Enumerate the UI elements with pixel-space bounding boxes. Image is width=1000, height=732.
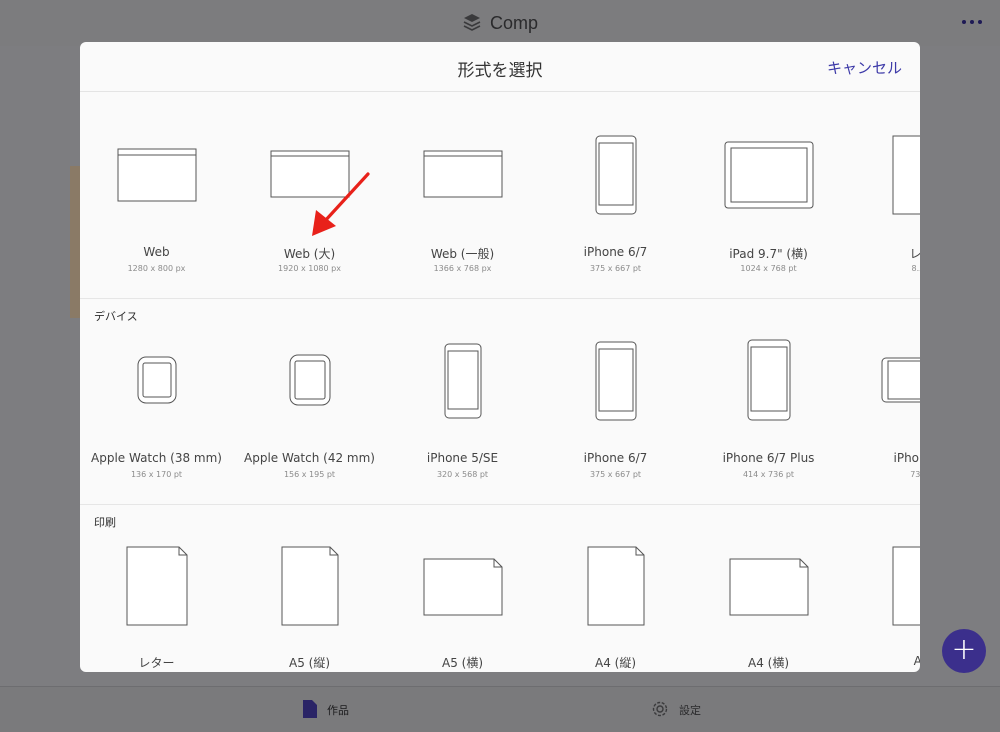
format-dims: 136 x 170 pt — [130, 470, 183, 479]
format-name: レター — [138, 656, 175, 670]
paper-landscape-icon — [386, 558, 539, 616]
watch-icon — [233, 354, 386, 406]
format-dims: 414 x 736 pt — [742, 470, 795, 479]
modal-header: 形式を選択 キャンセル — [80, 42, 920, 92]
section-devices: デバイス Apple Watch (38 mm) 136 x 170 pt Ap… — [80, 299, 920, 505]
app-title-text: Comp — [489, 12, 538, 33]
format-name: A5 (横) — [441, 656, 484, 670]
paper-portrait-icon — [845, 546, 920, 626]
format-tile-iphone-6-7-device[interactable]: iPhone 6/7 375 x 667 pt — [539, 299, 692, 505]
phone-icon — [386, 343, 539, 419]
format-name: iPhone 6/7 — [583, 451, 648, 465]
format-name: iPhone 6/7 Plus — [722, 451, 815, 465]
format-tile-apple-watch-38[interactable]: Apple Watch (38 mm) 136 x 170 pt — [80, 299, 233, 505]
format-name: レタ — [909, 247, 920, 261]
app-title: Comp — [0, 0, 1000, 46]
tab-settings[interactable]: 設定 — [650, 687, 701, 732]
section-web: Web 1280 x 800 px Web (大) 1920 x 1080 px… — [80, 93, 920, 299]
phone-icon — [692, 339, 845, 421]
format-name: iPhone 5/SE — [426, 451, 499, 465]
format-tile-a4-landscape[interactable]: A4 (横) — [692, 505, 845, 672]
watch-icon — [80, 356, 233, 404]
format-dims: 156 x 195 pt — [283, 470, 336, 479]
format-tile-iphone-5-se[interactable]: iPhone 5/SE 320 x 568 pt — [386, 299, 539, 505]
tab-settings-label: 設定 — [679, 704, 701, 717]
format-dims: 320 x 568 pt — [436, 470, 489, 479]
app-header: Comp — [0, 0, 1000, 46]
format-name: iPad 9.7" (横) — [729, 247, 808, 261]
format-name: A4 (縦) — [594, 656, 637, 670]
format-dims: 1024 x 768 pt — [740, 264, 797, 273]
format-tile-letter-cut[interactable]: レタ 8.5 x — [845, 93, 920, 299]
format-name: A3 — [913, 654, 920, 668]
browser-window-icon — [80, 148, 233, 202]
format-name: A5 (縦) — [288, 656, 331, 670]
format-tile-web-common[interactable]: Web (一般) 1366 x 768 px — [386, 93, 539, 299]
paper-portrait-icon — [233, 546, 386, 626]
format-dims: 736 x — [910, 470, 920, 479]
format-tile-iphone-landscape-cut[interactable]: iPhone 6/ 736 x — [845, 299, 920, 505]
format-name: Web (一般) — [430, 247, 495, 261]
format-dims: 1280 x 800 px — [127, 264, 186, 273]
layers-icon — [462, 12, 482, 34]
phone-landscape-icon — [845, 357, 920, 403]
format-dims: 375 x 667 pt — [589, 264, 642, 273]
format-tile-a3-cut[interactable]: A3 — [845, 505, 920, 672]
bottom-tab-bar: 作品 設定 — [0, 686, 1000, 732]
format-tile-letter[interactable]: レター — [80, 505, 233, 672]
paper-portrait-icon — [80, 546, 233, 626]
format-tile-a5-landscape[interactable]: A5 (横) — [386, 505, 539, 672]
format-name: Apple Watch (42 mm) — [244, 451, 375, 465]
format-tile-ipad-landscape[interactable]: iPad 9.7" (横) 1024 x 768 pt — [692, 93, 845, 299]
section-print: 印刷 レター A5 (縦) A5 (横) A4 (縦) A4 (横) A — [80, 505, 920, 672]
cancel-button[interactable]: キャンセル — [827, 57, 902, 78]
format-tile-apple-watch-42[interactable]: Apple Watch (42 mm) 156 x 195 pt — [233, 299, 386, 505]
format-dims: 8.5 x — [911, 264, 921, 273]
document-icon — [302, 699, 318, 722]
format-name: iPhone 6/ — [893, 451, 921, 465]
format-tile-iphone-6-7[interactable]: iPhone 6/7 375 x 667 pt — [539, 93, 692, 299]
tablet-landscape-icon — [692, 141, 845, 209]
format-name: Web (大) — [283, 247, 336, 261]
paper-icon — [845, 135, 920, 215]
tab-works-label: 作品 — [327, 704, 349, 717]
red-arrow-icon — [306, 170, 372, 244]
format-tile-iphone-6-7-plus[interactable]: iPhone 6/7 Plus 414 x 736 pt — [692, 299, 845, 505]
format-name: A4 (横) — [747, 656, 790, 670]
format-select-modal: 形式を選択 キャンセル Web 1280 x 800 px Web (大) 19… — [80, 42, 920, 672]
format-name: Web — [143, 245, 170, 259]
modal-title: 形式を選択 — [457, 61, 543, 81]
format-dims: 1366 x 768 px — [433, 264, 492, 273]
format-tile-web[interactable]: Web 1280 x 800 px — [80, 93, 233, 299]
more-horizontal-icon[interactable] — [962, 14, 982, 30]
format-name: iPhone 6/7 — [583, 245, 648, 259]
phone-icon — [539, 135, 692, 215]
format-tile-a5-portrait[interactable]: A5 (縦) — [233, 505, 386, 672]
format-name: Apple Watch (38 mm) — [91, 451, 222, 465]
paper-portrait-icon — [539, 546, 692, 626]
format-dims: 375 x 667 pt — [589, 470, 642, 479]
gear-icon — [650, 699, 670, 722]
phone-icon — [539, 341, 692, 421]
format-tile-a4-portrait[interactable]: A4 (縦) — [539, 505, 692, 672]
browser-window-icon — [386, 150, 539, 198]
add-button[interactable]: + — [942, 629, 986, 673]
paper-landscape-icon — [692, 558, 845, 616]
tab-works[interactable]: 作品 — [302, 687, 349, 732]
format-dims: 1920 x 1080 px — [278, 264, 341, 273]
